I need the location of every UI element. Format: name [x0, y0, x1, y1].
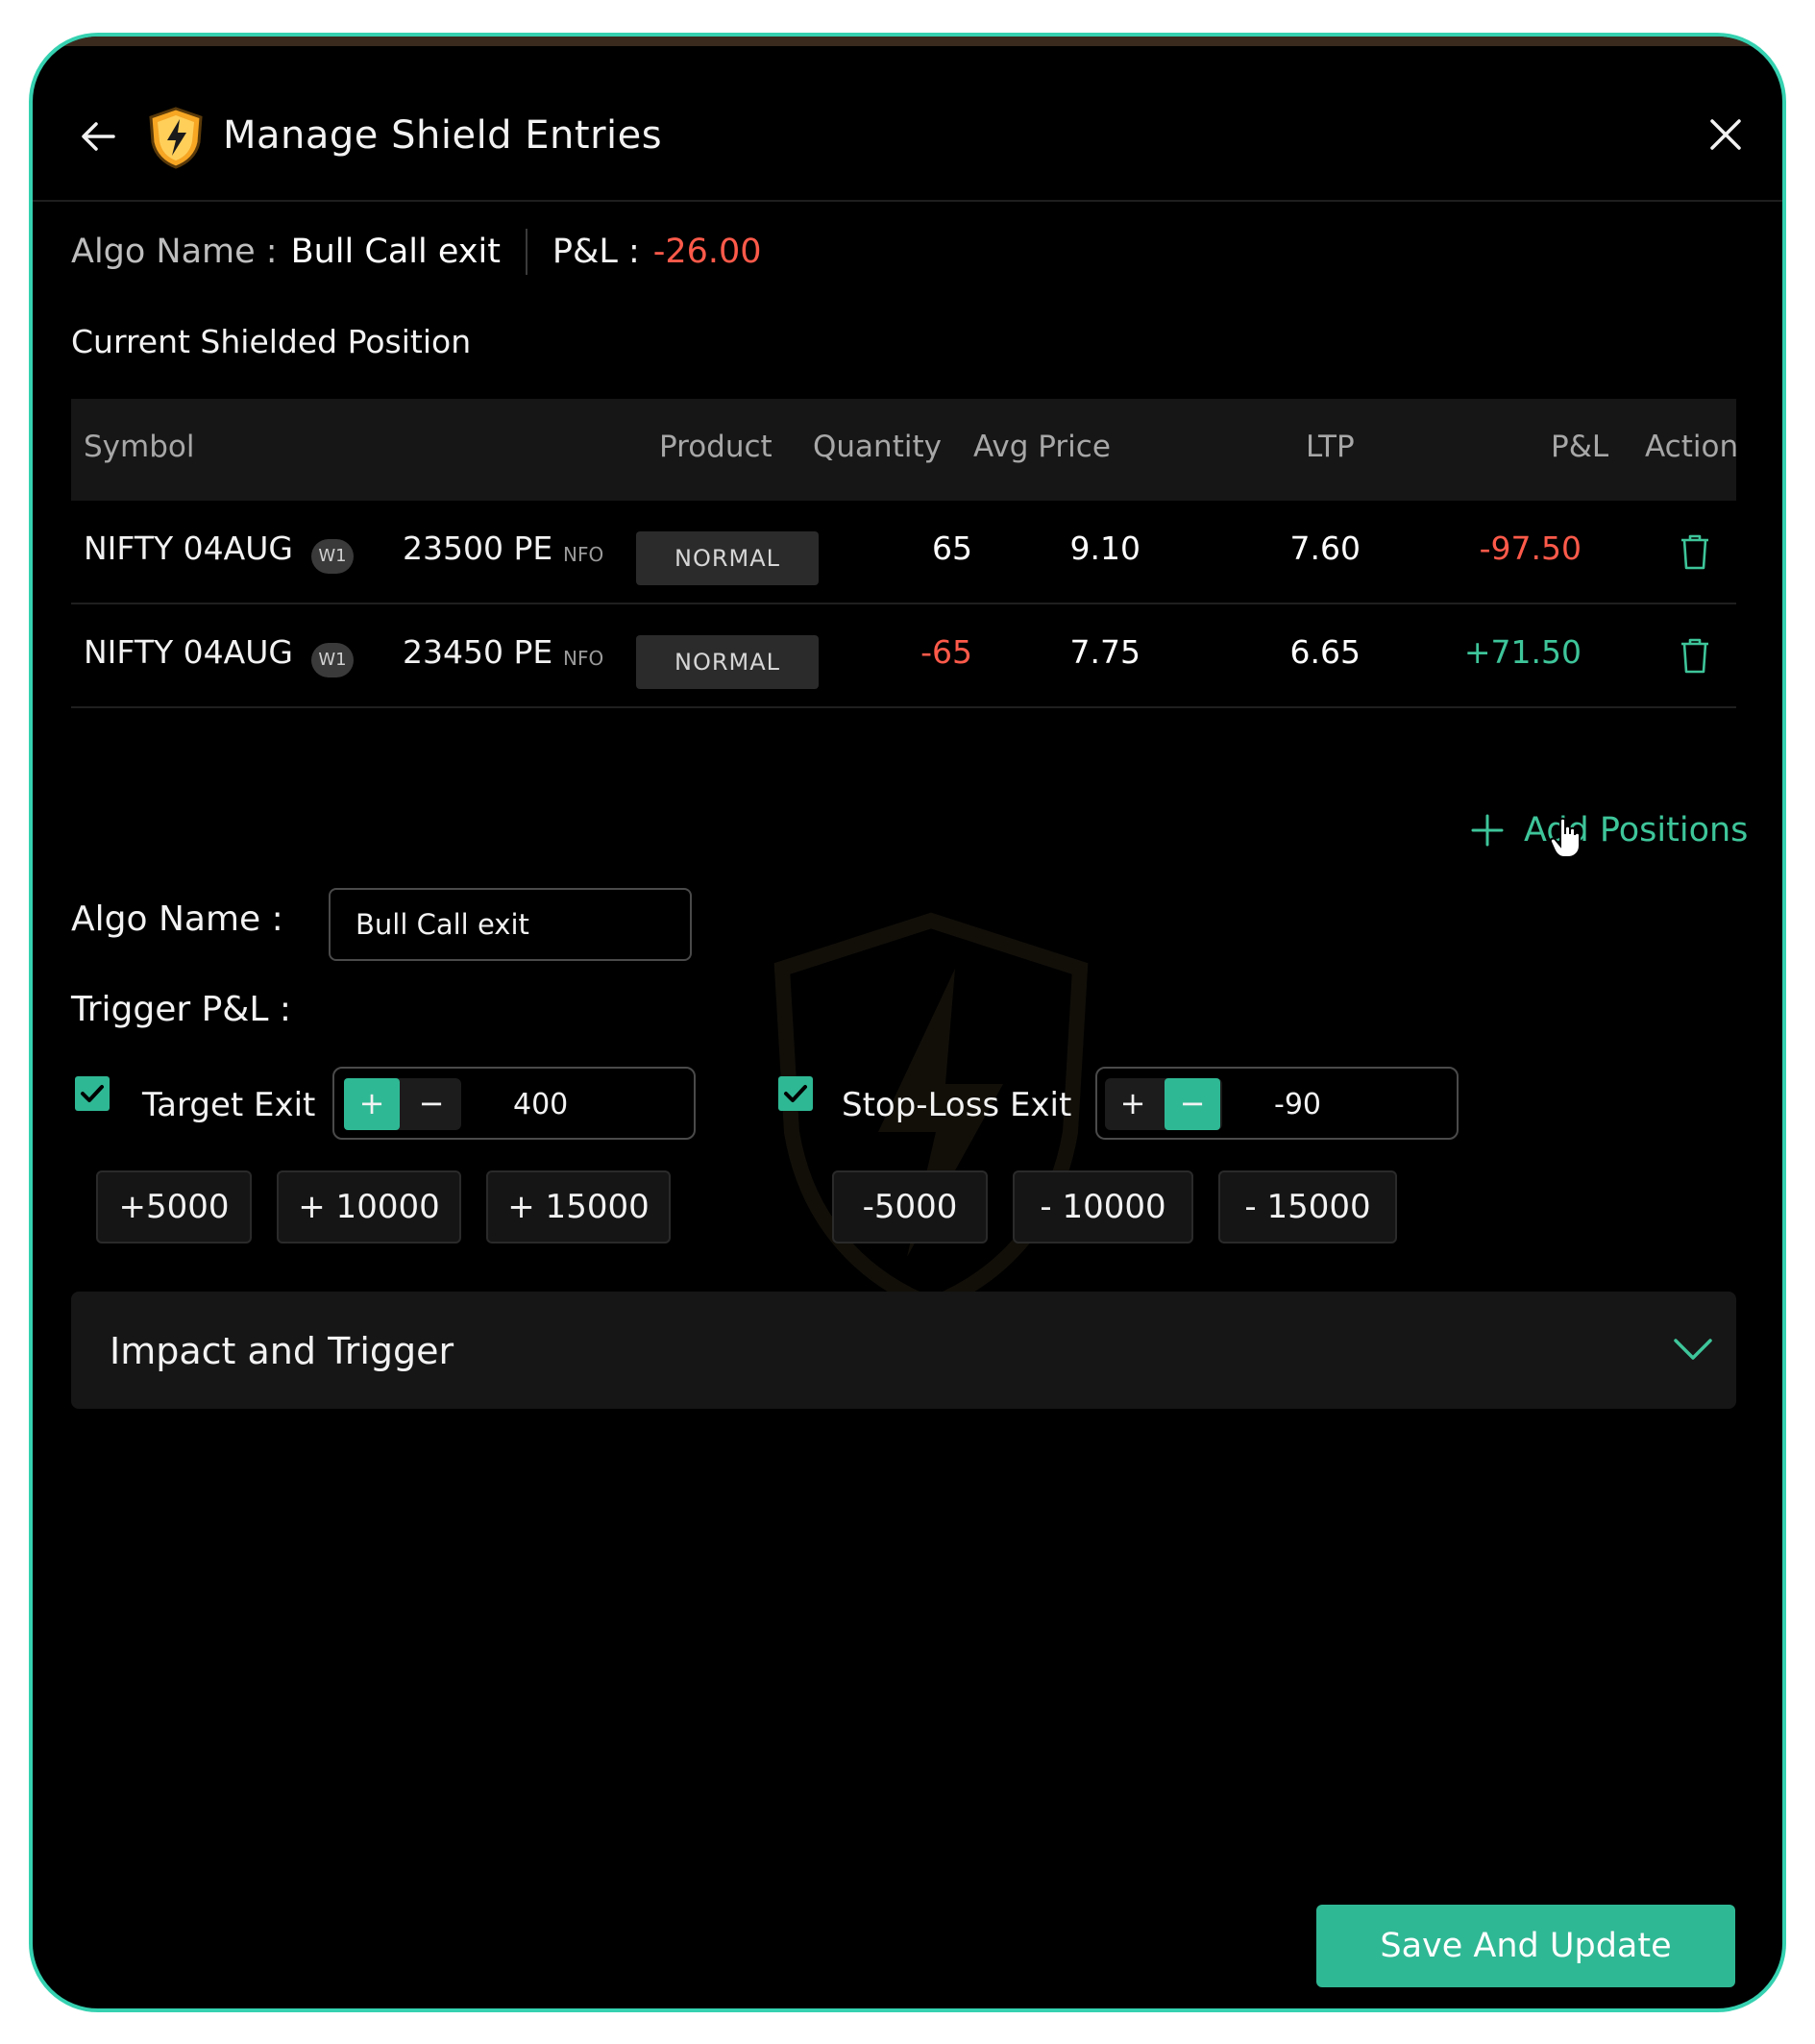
trash-icon[interactable]: [1676, 635, 1714, 676]
col-action: Action: [1645, 430, 1739, 464]
modal-title: Manage Shield Entries: [223, 113, 663, 158]
stoploss-quick-10000-button[interactable]: - 10000: [1013, 1170, 1193, 1244]
target-quick-5000-button[interactable]: +5000: [96, 1170, 252, 1244]
table-row: NIFTY 04AUG W1 23500 PE NFO NORMAL 65 9.…: [71, 501, 1736, 604]
ltp-cell: 7.60: [1289, 529, 1361, 567]
algo-summary: Algo Name : Bull Call exit P&L : -26.00: [71, 229, 762, 275]
positions-table: Symbol Product Quantity Avg Price LTP P&…: [71, 399, 1739, 708]
trash-icon[interactable]: [1676, 531, 1714, 572]
exchange-label: NFO: [563, 543, 604, 566]
target-exit-checkbox[interactable]: [75, 1076, 110, 1111]
target-minus-button[interactable]: −: [404, 1078, 459, 1130]
product-tag[interactable]: NORMAL: [636, 531, 819, 585]
algo-name-field-label: Algo Name :: [71, 899, 283, 939]
hand-cursor-icon: [1549, 817, 1581, 858]
ltp-cell: 6.65: [1289, 633, 1361, 671]
back-arrow-icon[interactable]: [75, 113, 121, 160]
impact-trigger-accordion[interactable]: Impact and Trigger: [71, 1292, 1736, 1409]
weekly-badge: W1: [311, 539, 354, 574]
weekly-badge: W1: [311, 643, 354, 677]
chevron-down-icon: [1674, 1339, 1712, 1360]
accordion-title: Impact and Trigger: [110, 1330, 454, 1372]
target-stepper: + − 400: [332, 1067, 696, 1140]
strike-label: 23450 PE: [403, 633, 553, 671]
checkmark-icon: [784, 1085, 807, 1102]
modal-window: Manage Shield Entries Algo Name : Bull C…: [29, 33, 1786, 2012]
stoploss-value[interactable]: -90: [1274, 1088, 1321, 1121]
pnl-label: P&L :: [552, 233, 640, 271]
product-tag[interactable]: NORMAL: [636, 635, 819, 689]
modal-header: Manage Shield Entries: [33, 46, 1782, 202]
table-row: NIFTY 04AUG W1 23450 PE NFO NORMAL -65 7…: [71, 604, 1736, 708]
add-positions-button[interactable]: Add Positions: [1470, 811, 1748, 850]
pnl-cell: +71.50: [1463, 633, 1582, 671]
col-product: Product: [659, 430, 773, 464]
stoploss-minus-button[interactable]: −: [1165, 1078, 1220, 1130]
col-quantity: Quantity: [813, 430, 942, 464]
strike-label: 23500 PE: [403, 529, 553, 567]
algo-name-value: Bull Call exit: [290, 233, 501, 271]
target-stepper-controls: + −: [344, 1078, 461, 1130]
target-plus-button[interactable]: +: [344, 1078, 400, 1130]
trigger-pnl-label: Trigger P&L :: [71, 990, 292, 1029]
pnl-cell: -97.50: [1479, 529, 1582, 567]
top-strip: [33, 37, 1782, 46]
col-symbol: Symbol: [84, 430, 195, 464]
table-header: Symbol Product Quantity Avg Price LTP P&…: [71, 399, 1739, 501]
col-ltp: LTP: [1306, 430, 1355, 464]
target-quick-10000-button[interactable]: + 10000: [277, 1170, 461, 1244]
stoploss-exit-checkbox[interactable]: [778, 1076, 813, 1111]
stoploss-quick-15000-button[interactable]: - 15000: [1218, 1170, 1397, 1244]
avg-price-cell: 7.75: [1069, 633, 1141, 671]
current-position-heading: Current Shielded Position: [71, 323, 472, 360]
checkmark-icon: [81, 1085, 104, 1102]
col-avg-price: Avg Price: [973, 430, 1111, 464]
col-pnl: P&L: [1551, 430, 1609, 464]
target-quick-15000-button[interactable]: + 15000: [486, 1170, 671, 1244]
stoploss-quick-5000-button[interactable]: -5000: [832, 1170, 988, 1244]
algo-name-label: Algo Name :: [71, 233, 278, 271]
exchange-label: NFO: [563, 647, 604, 670]
pnl-value: -26.00: [652, 233, 762, 271]
summary-divider: [525, 229, 527, 275]
target-value[interactable]: 400: [513, 1088, 568, 1121]
quantity-cell: 65: [932, 529, 972, 567]
avg-price-cell: 9.10: [1069, 529, 1141, 567]
close-icon[interactable]: [1705, 113, 1747, 156]
shield-logo-icon: [149, 107, 203, 169]
symbol-name: NIFTY 04AUG: [84, 529, 293, 567]
target-exit-label: Target Exit: [142, 1086, 316, 1124]
stoploss-exit-label: Stop-Loss Exit: [842, 1086, 1072, 1124]
algo-name-input[interactable]: [329, 888, 692, 961]
quantity-cell: -65: [920, 633, 972, 671]
stoploss-plus-button[interactable]: +: [1105, 1078, 1161, 1130]
plus-icon: [1471, 814, 1504, 847]
symbol-name: NIFTY 04AUG: [84, 633, 293, 671]
save-and-update-button[interactable]: Save And Update: [1316, 1905, 1735, 1987]
stoploss-stepper-controls: + −: [1105, 1078, 1222, 1130]
stoploss-stepper: + − -90: [1095, 1067, 1459, 1140]
